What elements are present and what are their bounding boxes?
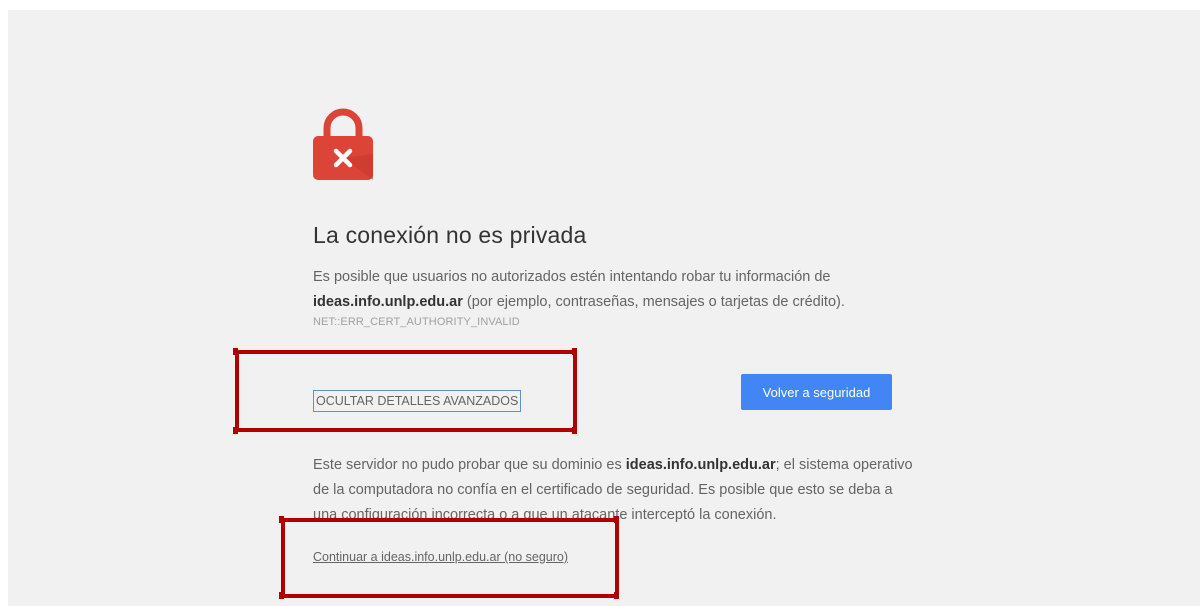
annotation-highlight-box [281, 518, 619, 598]
details-domain-name: ideas.info.unlp.edu.ar [625, 457, 776, 473]
details-message-prefix: Este servidor no pudo probar que su domi… [313, 457, 626, 473]
main-message: Es posible que usuarios no autorizados e… [313, 265, 913, 315]
interstitial-page: La conexión no es privada Es posible que… [8, 10, 1200, 606]
main-message-prefix: Es posible que usuarios no autorizados e… [313, 269, 831, 285]
error-code: NET::ERR_CERT_AUTHORITY_INVALID [313, 316, 520, 328]
annotation-corner-mark [279, 516, 284, 523]
annotation-corner-mark [572, 348, 577, 355]
domain-name: ideas.info.unlp.edu.ar [313, 294, 463, 310]
main-message-suffix: (por ejemplo, contraseñas, mensajes o ta… [462, 294, 845, 310]
annotation-highlight-box [235, 350, 577, 432]
back-to-safety-button[interactable]: Volver a seguridad [741, 374, 892, 410]
lock-error-icon [313, 108, 373, 180]
annotation-corner-mark [279, 592, 284, 599]
annotation-corner-mark [614, 592, 619, 599]
annotation-corner-mark [614, 516, 619, 523]
annotation-corner-mark [233, 427, 238, 434]
page-title: La conexión no es privada [313, 222, 587, 248]
annotation-corner-mark [572, 427, 577, 434]
details-message: Este servidor no pudo probar que su domi… [313, 453, 913, 528]
annotation-corner-mark [233, 348, 238, 355]
